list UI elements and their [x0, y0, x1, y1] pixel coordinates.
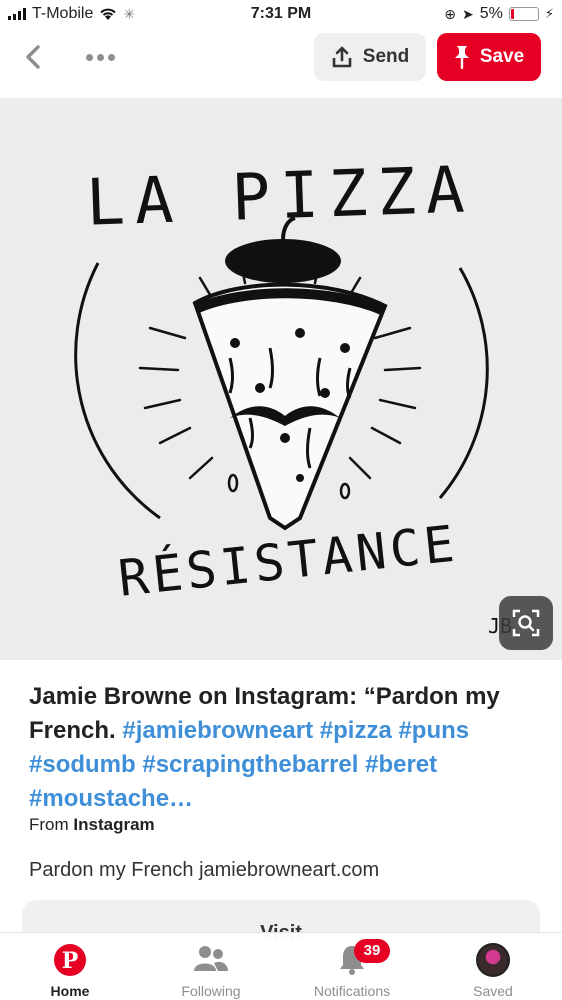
- tab-home[interactable]: P Home: [20, 933, 120, 1000]
- dot-icon: [107, 53, 115, 61]
- location-icon: ➤: [462, 5, 474, 22]
- tab-notifications[interactable]: 39 Notifications: [302, 933, 402, 1000]
- send-button[interactable]: Send: [314, 33, 426, 81]
- dot-icon: [96, 53, 104, 61]
- chevron-left-icon: [26, 45, 40, 69]
- tab-label: Notifications: [313, 983, 391, 999]
- pushpin-icon: [454, 46, 469, 69]
- battery-icon: [508, 7, 539, 21]
- visual-search-button[interactable]: [499, 596, 553, 650]
- pin-description: Pardon my French jamiebrowneart.com: [29, 859, 380, 881]
- people-icon: [194, 946, 228, 971]
- status-bar: T-Mobile ✳ 7:31 PM ⊕ ➤ 5% ⚡: [0, 0, 562, 30]
- pin-image[interactable]: LA PIZZA RÉSISTANCE JB: [0, 98, 562, 660]
- tab-label: Home: [50, 983, 90, 999]
- tab-saved[interactable]: Saved: [443, 933, 543, 1000]
- tab-label: Following: [181, 983, 241, 999]
- lens-search-icon: [512, 609, 540, 637]
- pizza-illustration: LA PIZZA RÉSISTANCE JB: [74, 153, 512, 638]
- orientation-lock-icon: ⊕: [444, 5, 456, 22]
- dot-icon: [85, 53, 93, 61]
- tab-label: Saved: [473, 983, 513, 999]
- source-name: Instagram: [73, 815, 155, 834]
- share-icon: [332, 46, 352, 68]
- svg-text:P: P: [62, 948, 79, 974]
- pinterest-logo-icon: P: [54, 944, 86, 976]
- send-label: Send: [362, 46, 410, 67]
- save-label: Save: [479, 46, 525, 67]
- back-button[interactable]: [16, 40, 50, 74]
- illustration-title: LA PIZZA: [85, 153, 476, 241]
- battery-percent: 5%: [479, 5, 503, 22]
- pin-header: Send Save: [0, 30, 562, 92]
- source-prefix: From: [29, 815, 69, 834]
- avatar: [476, 943, 510, 977]
- more-options-button[interactable]: [80, 40, 120, 74]
- charging-icon: ⚡: [544, 6, 554, 21]
- pin-title: Jamie Browne on Instagram: “Pardon my Fr…: [29, 680, 539, 816]
- save-button[interactable]: Save: [437, 33, 541, 81]
- bottom-tab-bar: P Home Following 39 Notifications Saved: [0, 932, 562, 1000]
- tab-following[interactable]: Following: [161, 933, 261, 1000]
- pin-source[interactable]: From Instagram: [29, 815, 155, 835]
- notification-badge: 39: [354, 939, 390, 963]
